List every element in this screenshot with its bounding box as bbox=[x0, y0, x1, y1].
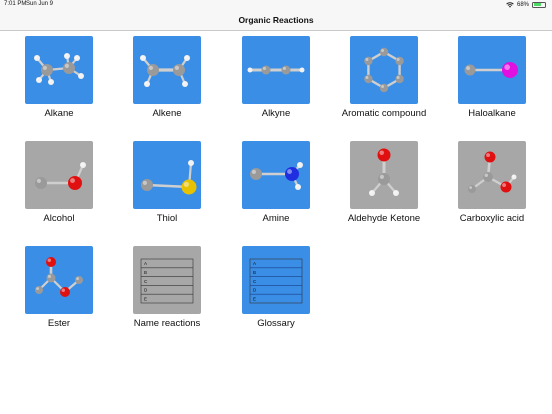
category-tile-label: Aromatic compound bbox=[341, 108, 427, 119]
glossary-list-icon[interactable]: ABCDE bbox=[242, 246, 310, 314]
status-date: Sun Jun 9 bbox=[26, 1, 54, 7]
category-tile-label: Aldehyde Ketone bbox=[347, 213, 421, 224]
amine-molecule-icon[interactable] bbox=[242, 141, 310, 209]
category-tile-alkane[interactable]: Alkane bbox=[9, 36, 109, 119]
svg-text:E: E bbox=[144, 296, 147, 301]
wifi-icon bbox=[506, 1, 514, 8]
carbonyl-molecule-icon[interactable] bbox=[350, 141, 418, 209]
navigation-bar: Organic Reactions bbox=[0, 9, 552, 31]
category-tile-thiol[interactable]: Thiol bbox=[117, 141, 217, 224]
category-tile-alkyne[interactable]: Alkyne bbox=[226, 36, 326, 119]
svg-text:D: D bbox=[253, 288, 257, 293]
category-tile-alkene[interactable]: Alkene bbox=[117, 36, 217, 119]
category-tile-ester[interactable]: Ester bbox=[9, 246, 109, 329]
category-tile-label: Alcohol bbox=[43, 213, 75, 224]
status-right: 68% bbox=[506, 0, 546, 9]
svg-text:C: C bbox=[144, 279, 148, 284]
category-tile-aldehyde-ketone[interactable]: Aldehyde Ketone bbox=[334, 141, 434, 224]
svg-text:D: D bbox=[144, 288, 148, 293]
category-tile-label: Haloalkane bbox=[468, 108, 516, 119]
category-tile-carboxylic-acid[interactable]: Carboxylic acid bbox=[442, 141, 542, 224]
carboxylic-acid-molecule-icon[interactable] bbox=[458, 141, 526, 209]
status-time: 7:01 PM bbox=[4, 1, 27, 7]
battery-percent: 68% bbox=[516, 1, 529, 8]
svg-text:B: B bbox=[253, 270, 256, 275]
table-list-icon[interactable]: ABCDE bbox=[133, 246, 201, 314]
alkene-molecule-icon[interactable] bbox=[133, 36, 201, 104]
alkane-molecule-icon[interactable] bbox=[25, 36, 93, 104]
haloalkane-molecule-icon[interactable] bbox=[458, 36, 526, 104]
category-tile-alcohol[interactable]: Alcohol bbox=[9, 141, 109, 224]
category-tile-label: Alkane bbox=[44, 108, 74, 119]
svg-text:A: A bbox=[144, 261, 147, 266]
page-title: Organic Reactions bbox=[238, 14, 314, 25]
svg-text:C: C bbox=[253, 279, 257, 284]
thiol-molecule-icon[interactable] bbox=[133, 141, 201, 209]
category-tile-label: Alkyne bbox=[261, 108, 291, 119]
category-tile-label: Ester bbox=[47, 318, 71, 329]
category-tile-haloalkane[interactable]: Haloalkane bbox=[442, 36, 542, 119]
status-bar: 7:01 PM Sun Jun 9 68% bbox=[0, 0, 552, 9]
battery-icon bbox=[532, 1, 546, 8]
category-tile-label: Name reactions bbox=[133, 318, 201, 329]
category-tile-label: Amine bbox=[262, 213, 290, 224]
alkyne-molecule-icon[interactable] bbox=[242, 36, 310, 104]
category-tile-amine[interactable]: Amine bbox=[226, 141, 326, 224]
category-tile-name-reactions[interactable]: A B C D E Name reactions bbox=[117, 246, 217, 329]
category-tile-label: Glossary bbox=[257, 318, 295, 329]
ester-molecule-icon[interactable] bbox=[25, 246, 93, 314]
category-tile-glossary[interactable]: A B C D E Glossary bbox=[226, 246, 326, 329]
alcohol-molecule-icon[interactable] bbox=[25, 141, 93, 209]
category-tile-label: Carboxylic acid bbox=[459, 213, 525, 224]
category-tile-aromatic-compound[interactable]: Aromatic compound bbox=[334, 36, 434, 119]
svg-text:A: A bbox=[253, 261, 256, 266]
svg-text:B: B bbox=[144, 270, 147, 275]
category-tile-label: Alkene bbox=[152, 108, 182, 119]
svg-text:E: E bbox=[253, 296, 256, 301]
category-tile-label: Thiol bbox=[156, 213, 178, 224]
aromatic-molecule-icon[interactable] bbox=[350, 36, 418, 104]
